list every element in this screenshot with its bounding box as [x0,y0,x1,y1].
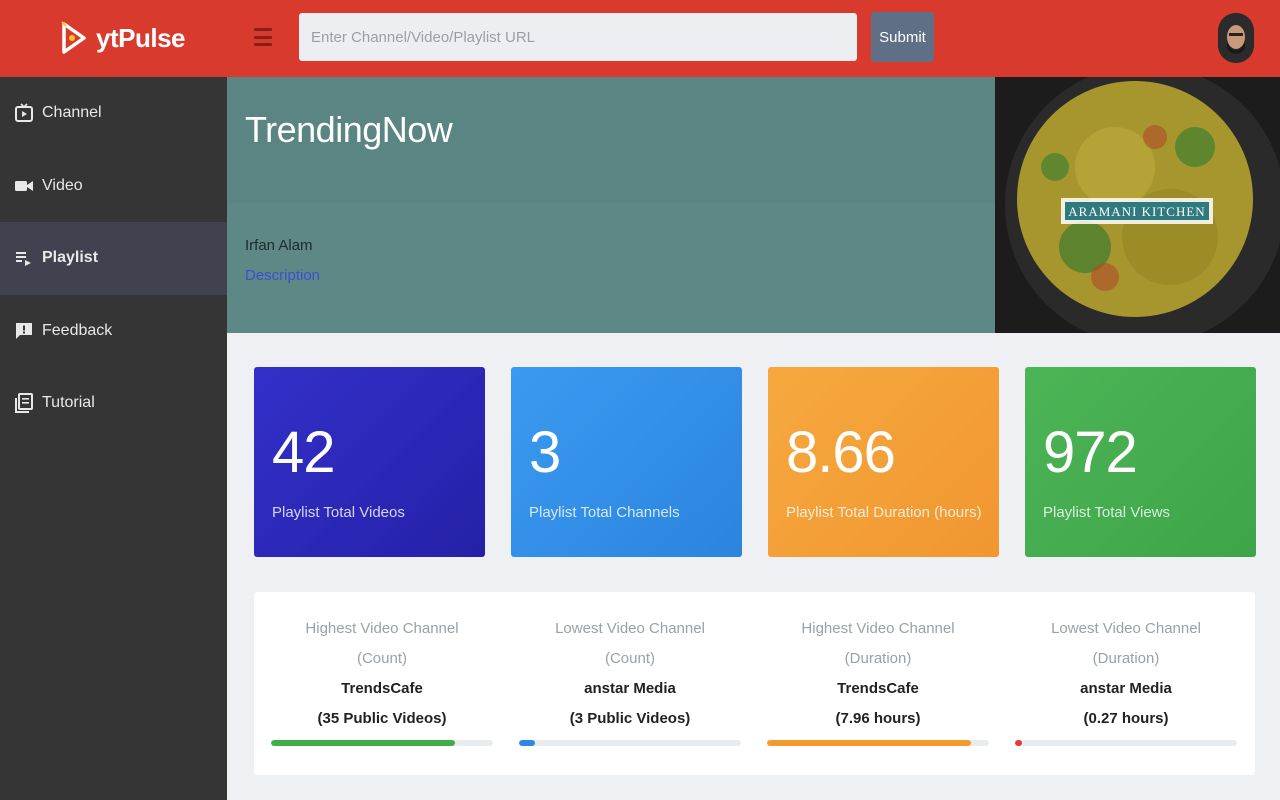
stat-card-label: Playlist Total Views [1043,504,1171,521]
stat-card-label: Playlist Total Channels [529,504,680,521]
playlist-header: TrendingNow [227,77,995,203]
menu-toggle-icon[interactable] [254,28,272,46]
app-logo[interactable]: ytPulse [60,18,186,58]
sidebar-item-label: Feedback [42,321,113,339]
stat-detail: (35 Public Videos) [317,710,447,727]
stat-caption: Lowest Video Channel [1051,620,1201,637]
sidebar: Channel Video Playlist Feedback Tutorial [0,77,227,800]
sidebar-item-feedback[interactable]: Feedback [0,295,227,368]
stat-card-total-views: 972 Playlist Total Views [1025,367,1256,557]
camera-icon [14,176,34,196]
stat-channel-name: anstar Media [584,680,676,697]
submit-button[interactable]: Submit [871,12,934,62]
book-icon [14,393,34,414]
stat-card-total-videos: 42 Playlist Total Videos [254,367,485,557]
sidebar-item-video[interactable]: Video [0,150,227,223]
progress-bar [271,740,493,746]
stat-card-value: 8.66 [786,420,896,485]
stat-caption: (Count) [604,650,656,667]
stat-detail: (7.96 hours) [835,710,921,727]
stat-caption: (Duration) [1092,650,1160,667]
progress-fill [271,740,456,746]
playlist-thumbnail: ARAMANI KITCHEN [995,77,1280,333]
stat-lowest-count: Lowest Video Channel (Count) anstar Medi… [519,614,741,734]
stat-caption: Lowest Video Channel [555,620,705,637]
stat-detail: (3 Public Videos) [569,710,691,727]
sidebar-item-tutorial[interactable]: Tutorial [0,367,227,440]
stat-detail: (0.27 hours) [1083,710,1169,727]
stat-channel-name: anstar Media [1080,680,1172,697]
stat-card-total-duration: 8.66 Playlist Total Duration (hours) [768,367,999,557]
stat-highest-count: Highest Video Channel (Count) TrendsCafe… [271,614,493,734]
url-search-input[interactable] [299,13,857,61]
thumbnail-caption: ARAMANI KITCHEN [1068,204,1206,219]
progress-fill [1015,740,1022,746]
progress-bar [1015,740,1237,746]
user-face-icon [1218,13,1254,63]
sidebar-item-channel[interactable]: Channel [0,77,227,150]
stat-lowest-duration: Lowest Video Channel (Duration) anstar M… [1015,614,1237,734]
stat-card-label: Playlist Total Duration (hours) [786,504,982,521]
playlist-owner: Irfan Alam [245,237,313,254]
progress-bar [767,740,989,746]
sidebar-item-label: Tutorial [42,394,95,412]
play-logo-icon [61,21,86,54]
progress-fill [519,740,535,746]
stat-caption: (Count) [356,650,408,667]
stat-card-value: 42 [272,420,336,485]
feedback-icon [14,321,34,341]
progress-fill [767,740,972,746]
stat-card-total-channels: 3 Playlist Total Channels [511,367,742,557]
sidebar-item-playlist[interactable]: Playlist [0,222,227,295]
sidebar-item-label: Channel [42,104,102,122]
progress-bar [519,740,741,746]
stat-caption: (Duration) [844,650,912,667]
top-bar: ytPulse Submit [0,0,1280,77]
sidebar-item-label: Playlist [42,249,99,267]
app-name: ytPulse [96,22,186,53]
playlist-icon [14,248,34,268]
stat-caption: Highest Video Channel [305,620,459,637]
channel-stats-panel: Highest Video Channel (Count) TrendsCafe… [254,592,1255,775]
stat-channel-name: TrendsCafe [837,680,919,697]
stat-card-value: 3 [529,420,561,485]
playlist-info: Irfan Alam Description [227,203,995,333]
user-avatar[interactable] [1218,13,1254,63]
stat-highest-duration: Highest Video Channel (Duration) TrendsC… [767,614,989,734]
stat-caption: Highest Video Channel [801,620,955,637]
stat-card-label: Playlist Total Videos [272,504,405,521]
stat-card-value: 972 [1043,420,1138,485]
sidebar-item-label: Video [42,176,83,194]
description-link[interactable]: Description [245,267,320,284]
tv-icon [14,103,34,123]
playlist-title: TrendingNow [245,109,453,150]
stat-channel-name: TrendsCafe [341,680,423,697]
